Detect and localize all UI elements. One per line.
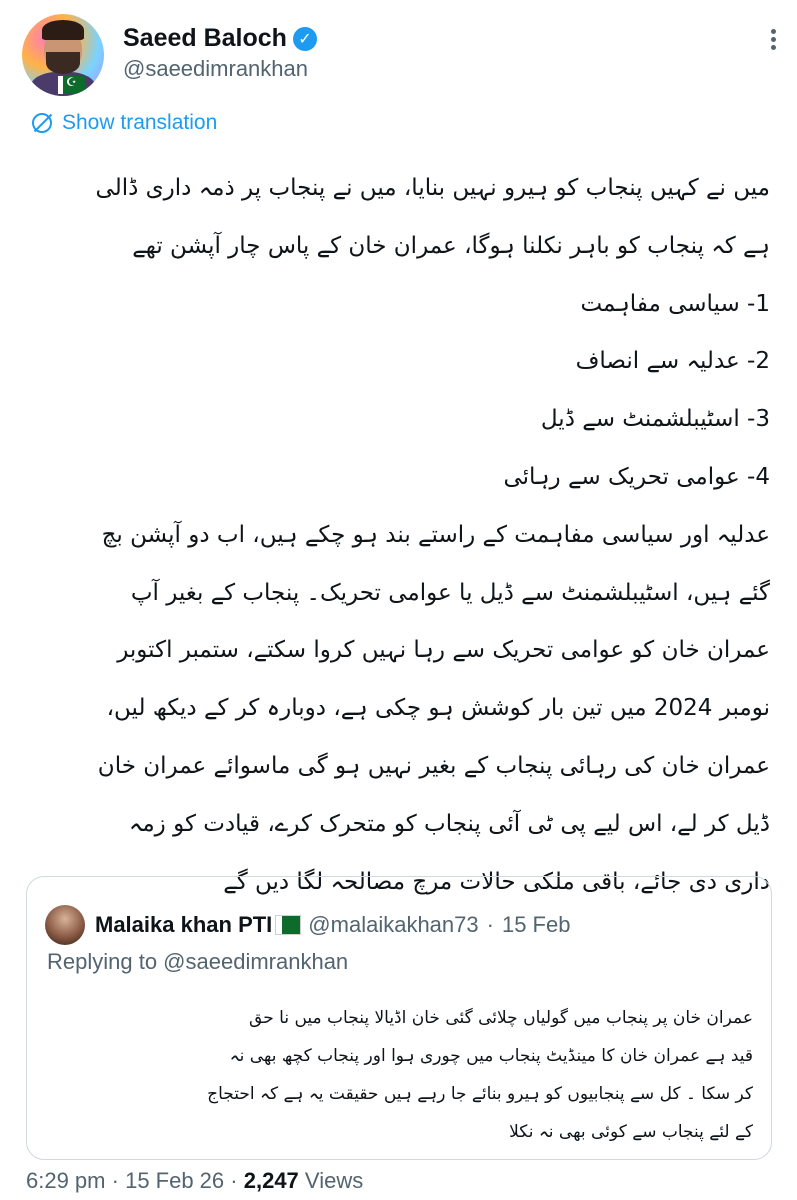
quoted-date[interactable]: 15 Feb <box>502 912 571 938</box>
pakistan-flag-icon <box>275 915 302 935</box>
avatar-beard-shape <box>46 52 80 74</box>
avatar-flag-icon <box>58 75 85 94</box>
quoted-author-handle[interactable]: @malaikakhan73 <box>308 912 478 938</box>
quoted-separator: · <box>486 912 494 937</box>
quoted-line: قید ہے عمران خان کا مینڈیٹ پنجاب میں چور… <box>229 1046 753 1066</box>
tweet-line: گئے ہیں، اسٹیبلشمنٹ سے ڈیل یا عوامی تحری… <box>130 579 770 606</box>
quoted-tweet-header: Malaika khan PTI @malaikakhan73 · 15 Feb <box>45 905 570 945</box>
author-name[interactable]: Saeed Baloch <box>123 24 287 53</box>
show-translation-link[interactable]: Show translation <box>32 111 217 135</box>
author-name-row: Saeed Baloch ✓ <box>123 24 317 53</box>
tweet-meta: 6:29 pm · 15 Feb 26 · 2,247 Views <box>26 1168 363 1194</box>
meta-separator: · <box>111 1168 119 1193</box>
avatar-hair-shape <box>42 20 84 40</box>
tweet-line: ڈیل کر لے، اس لیے پی ٹی آئی پنجاب کو متح… <box>128 810 770 837</box>
quoted-tweet-text: عمران خان پر پنجاب میں گولیاں چلائی گئی … <box>73 999 753 1151</box>
quoted-author-avatar[interactable] <box>45 905 85 945</box>
quoted-author-name[interactable]: Malaika khan PTI <box>95 912 272 938</box>
views-label: Views <box>304 1168 364 1193</box>
tweet-line: 2- عدلیہ سے انصاف <box>575 348 770 375</box>
quoted-line: کر سکا ۔ کل سے پنجابیوں کو ہیرو بنائے جا… <box>207 1084 753 1104</box>
replying-to-text[interactable]: Replying to @saeedimrankhan <box>47 949 348 975</box>
tweet-line: ہے کہ پنجاب کو باہر نکلنا ہوگا، عمران خا… <box>132 232 770 259</box>
author-handle[interactable]: @saeedimrankhan <box>123 56 308 82</box>
tweet-line: 4- عوامی تحریک سے رہائی <box>503 463 770 490</box>
verified-badge-icon[interactable]: ✓ <box>292 26 317 51</box>
tweet-line: میں نے کہیں پنجاب کو ہیرو نہیں بنایا، می… <box>95 175 770 201</box>
tweet-line: نومبر 2024 میں تین بار کوشش ہو چکی ہے، د… <box>106 695 770 722</box>
author-avatar[interactable] <box>22 14 104 96</box>
tweet-text: میں نے کہیں پنجاب کو ہیرو نہیں بنایا، می… <box>26 160 770 911</box>
tweet-time[interactable]: 6:29 pm <box>26 1168 106 1193</box>
more-options-icon[interactable] <box>768 26 778 53</box>
tweet-line: عدلیہ اور سیاسی مفاہمت کے راستے بند ہو چ… <box>101 521 770 548</box>
tweet-header: Saeed Baloch ✓ @saeedimrankhan <box>22 14 782 96</box>
show-translation-label: Show translation <box>62 111 218 134</box>
tweet-date[interactable]: 15 Feb 26 <box>125 1168 224 1193</box>
quoted-line: کے لئے پنجاب سے کوئی بھی نہ نکلا <box>509 1122 753 1142</box>
views-count[interactable]: 2,247 <box>244 1168 299 1193</box>
quoted-tweet-card[interactable]: Malaika khan PTI @malaikakhan73 · 15 Feb… <box>26 876 772 1160</box>
tweet-line: عمران خان کو عوامی تحریک سے رہا نہیں کرو… <box>117 637 770 664</box>
tweet-line: 1- سیاسی مفاہمت <box>580 290 770 317</box>
tweet-line: 3- اسٹیبلشمنٹ سے ڈیل <box>540 406 770 433</box>
tweet-line: عمران خان کی رہائی پنجاب کے بغیر نہیں ہو… <box>97 752 770 779</box>
translate-off-icon <box>32 113 52 133</box>
quoted-line: عمران خان پر پنجاب میں گولیاں چلائی گئی … <box>249 1008 753 1028</box>
meta-separator: · <box>230 1168 238 1193</box>
